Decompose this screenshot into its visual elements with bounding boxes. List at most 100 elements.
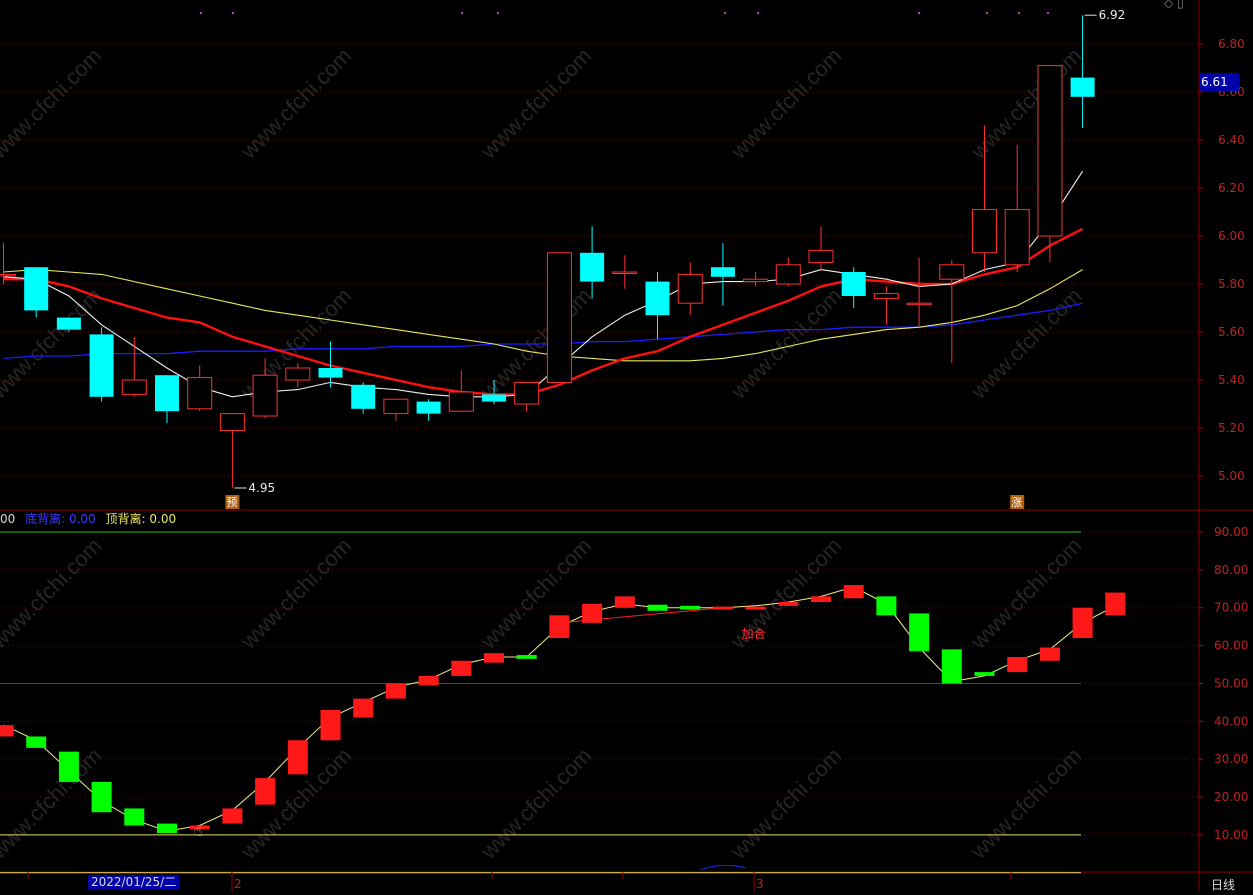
- watermark-text: www.cfchi.com: [0, 743, 106, 864]
- candle-body-up: [743, 278, 769, 283]
- marker-dot: [918, 12, 920, 14]
- candle-body-up: [121, 379, 147, 395]
- month-label: 2: [234, 877, 242, 891]
- marker-dot: [986, 12, 988, 14]
- osc-bar-up: [843, 585, 864, 599]
- candle-body-down: [710, 267, 735, 277]
- osc-bar-up: [1039, 647, 1060, 661]
- marker-dot: [757, 12, 759, 14]
- watermark-text: www.cfchi.com: [475, 43, 596, 164]
- candle-body-up: [219, 413, 245, 431]
- candle-body-up: [514, 381, 540, 405]
- candle-body-down: [841, 272, 866, 296]
- osc-bar-up: [0, 725, 14, 737]
- osc-bar-up: [320, 709, 341, 741]
- candle-body-up: [939, 264, 965, 280]
- osc-tick-label: 60.00: [1214, 639, 1248, 653]
- osc-bar-down: [58, 751, 79, 782]
- price-tick-label: 6.00: [1218, 229, 1245, 243]
- osc-tick-label: 10.00: [1214, 828, 1248, 842]
- osc-bar-down: [941, 649, 962, 684]
- candle-body-up: [972, 209, 997, 254]
- legend-item-0: 00: [0, 512, 16, 526]
- osc-tick-label: 80.00: [1214, 563, 1248, 577]
- price-tick-label: 5.00: [1218, 469, 1245, 483]
- osc-bar-up: [1072, 607, 1093, 639]
- diamond-icon[interactable]: ◇: [1164, 0, 1173, 10]
- osc-bar-up: [549, 615, 570, 639]
- osc-bar-down: [680, 605, 701, 610]
- candle-body-down: [416, 401, 441, 414]
- price-tick-label: 6.80: [1218, 37, 1245, 51]
- watermark-text: www.cfchi.com: [965, 43, 1086, 164]
- osc-bar-up: [745, 606, 766, 610]
- watermark-text: www.cfchi.com: [0, 43, 106, 164]
- annotation-low: 4.95: [248, 481, 275, 495]
- cursor-date: 2022/01/25/二: [88, 875, 179, 890]
- osc-bar-up: [418, 675, 439, 686]
- candle-body-up: [383, 398, 409, 415]
- price-tick-label: 5.80: [1218, 277, 1245, 291]
- candle-body-up: [808, 249, 834, 263]
- osc-blue-trace: [699, 864, 747, 871]
- candle-body-up: [775, 264, 801, 285]
- osc-bar-down: [516, 655, 537, 659]
- price-tick-label: 6.40: [1218, 133, 1245, 147]
- legend-bottom-divergence: 底背离: 0.00: [25, 512, 96, 526]
- candle-body-down: [645, 281, 670, 316]
- osc-bar-down: [91, 781, 112, 813]
- price-tick-label: 5.60: [1218, 325, 1245, 339]
- period-button[interactable]: 日线: [1211, 876, 1235, 893]
- tag-text: 涨: [1011, 496, 1022, 509]
- marker-dot: [461, 12, 463, 14]
- chart-stage[interactable]: www.cfchi.com www.cfchi.com www.cfchi.com w…: [0, 0, 1253, 893]
- candle-body-up: [252, 374, 278, 417]
- osc-bar-up: [222, 808, 243, 824]
- ma-line-red: [3, 227, 1084, 396]
- annotation-high: 6.92: [1099, 8, 1126, 22]
- chart-canvas[interactable]: www.cfchi.com www.cfchi.com www.cfchi.com w…: [0, 0, 1253, 891]
- candle-body-up: [448, 391, 474, 412]
- osc-tick-label: 70.00: [1214, 601, 1248, 615]
- osc-bar-down: [974, 672, 995, 676]
- marker-dot: [724, 12, 726, 14]
- watermark-text: www.cfchi.com: [475, 533, 596, 654]
- osc-bar-down: [647, 604, 668, 611]
- candle-body-down: [318, 368, 343, 378]
- window-icon[interactable]: ▯: [1177, 0, 1184, 10]
- watermark-text: www.cfchi.com: [235, 43, 356, 164]
- osc-bar-up: [255, 778, 276, 805]
- watermark-text: www.cfchi.com: [0, 533, 106, 654]
- watermark-text: www.cfchi.com: [965, 533, 1086, 654]
- marker-dot: [200, 12, 202, 14]
- candle-body-down: [89, 334, 114, 397]
- candle-body-down: [155, 375, 179, 412]
- candle-body-up: [906, 302, 932, 306]
- price-tick-label: 6.20: [1218, 181, 1245, 195]
- watermark-text: www.cfchi.com: [725, 743, 846, 864]
- osc-tick-label: 20.00: [1214, 790, 1248, 804]
- pointer-cursor-icon: ☝: [193, 821, 203, 840]
- osc-bar-up: [385, 683, 406, 699]
- watermark-group: www.cfchi.com www.cfchi.com www.cfchi.com w…: [0, 43, 1086, 864]
- osc-bar-down: [157, 823, 177, 834]
- watermark-text: www.cfchi.com: [235, 533, 356, 654]
- month-label: 3: [756, 877, 764, 891]
- osc-bar-up: [1105, 592, 1126, 616]
- candle-body-down: [1070, 77, 1095, 97]
- osc-bar-down: [876, 596, 897, 616]
- osc-bar-up: [1007, 656, 1028, 673]
- price-tick-label: 5.40: [1218, 373, 1245, 387]
- last-price-tag: 6.61: [1199, 73, 1239, 91]
- candle-body-up: [612, 271, 638, 274]
- legend-top-divergence: 顶背离: 0.00: [105, 512, 177, 526]
- watermark-text: www.cfchi.com: [725, 43, 846, 164]
- osc-bar-down: [124, 808, 145, 826]
- candle-body-up: [0, 273, 16, 277]
- marker-dot: [232, 12, 234, 14]
- marker-dot: [497, 12, 499, 14]
- watermark-text: www.cfchi.com: [475, 743, 596, 864]
- candle-body-down: [56, 317, 81, 330]
- candle-body-down: [24, 267, 49, 311]
- candle-body-up: [285, 367, 311, 381]
